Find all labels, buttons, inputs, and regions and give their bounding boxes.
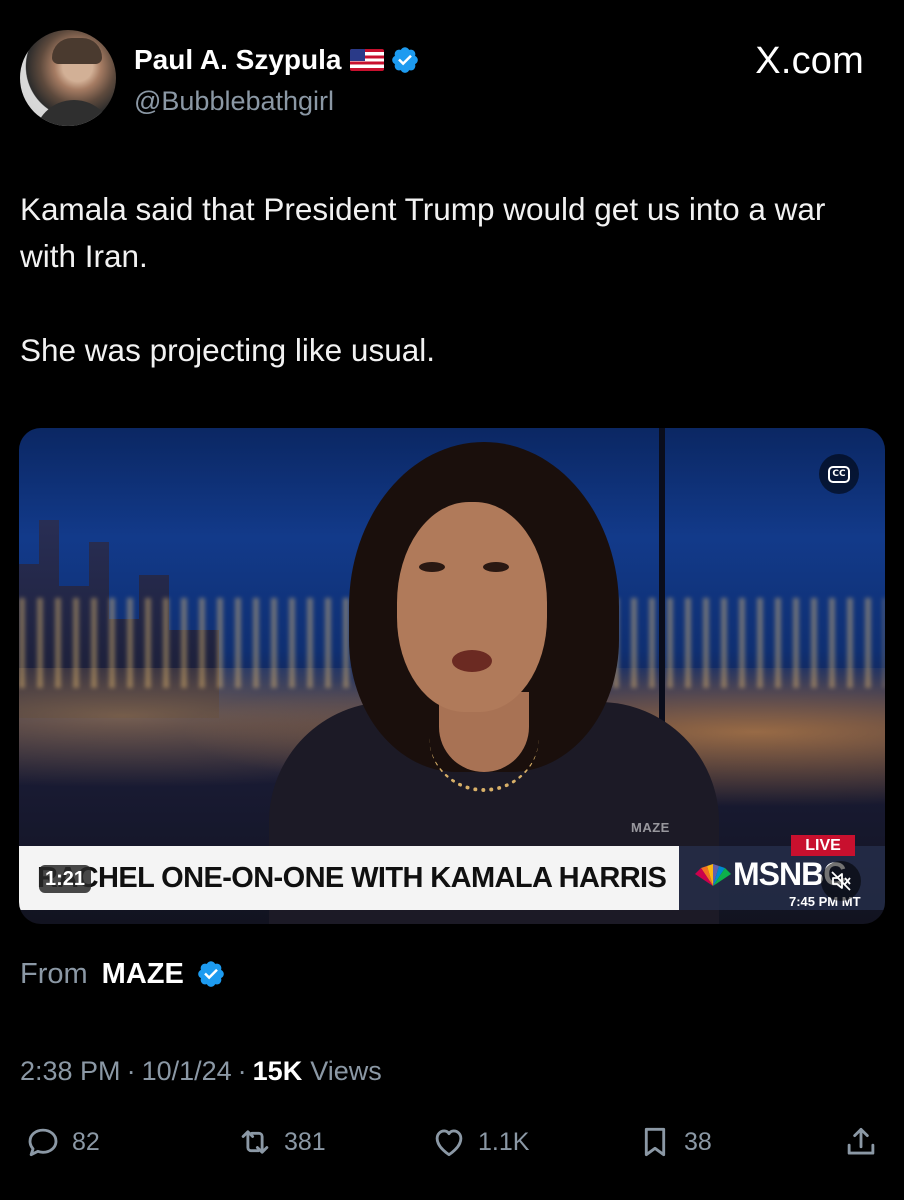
avatar[interactable] — [20, 30, 116, 126]
meta-separator: · — [237, 1055, 247, 1086]
speaker-muted-icon — [831, 871, 851, 891]
name-row: Paul A. Szypula — [134, 42, 420, 78]
heart-icon — [435, 1129, 463, 1157]
reply-icon — [28, 1128, 58, 1157]
video-watermark: MAZE — [631, 820, 670, 835]
like-count: 1.1K — [478, 1127, 530, 1156]
tweet-header: Paul A. Szypula @Bubblebathgirl X.com — [0, 0, 904, 140]
speaker-face — [397, 502, 547, 712]
bookmark-count: 38 — [684, 1127, 712, 1156]
tweet-meta: 2:38 PM · 10/1/24 · 15K Views — [20, 1052, 382, 1090]
lower-third-banner: RACHEL ONE-ON-ONE WITH KAMALA HARRIS — [19, 846, 679, 910]
video-player[interactable]: CC MAZE RACHEL ONE-ON-ONE WITH KAMALA HA… — [19, 428, 885, 924]
verified-badge-icon — [392, 47, 419, 73]
media-source: From MAZE — [20, 952, 226, 996]
site-label: X.com — [755, 40, 864, 82]
like-button[interactable]: 1.1K — [430, 1120, 529, 1164]
us-flag-icon — [350, 49, 385, 71]
post-date[interactable]: 10/1/24 — [142, 1056, 232, 1087]
bookmark-icon — [644, 1127, 666, 1157]
repost-icon — [241, 1130, 269, 1154]
share-icon — [847, 1127, 875, 1155]
bookmark-button[interactable]: 38 — [636, 1120, 712, 1164]
source-prefix: From — [20, 957, 88, 990]
closed-captions-icon[interactable]: CC — [819, 454, 859, 494]
avatar-hair — [52, 38, 102, 64]
live-badge: LIVE — [791, 835, 855, 856]
repost-button[interactable]: 381 — [236, 1120, 326, 1164]
tweet-paragraph: Kamala said that President Trump would g… — [20, 191, 826, 274]
reply-button[interactable]: 82 — [24, 1120, 100, 1164]
action-bar: 82 381 1.1K 38 — [0, 1120, 904, 1164]
post-time[interactable]: 2:38 PM — [20, 1056, 121, 1087]
share-button[interactable] — [842, 1120, 880, 1164]
views-label: Views — [310, 1055, 382, 1086]
speaker-eye — [483, 562, 509, 572]
speaker-mouth — [452, 650, 492, 672]
meta-separator: · — [126, 1055, 136, 1086]
reply-count: 82 — [72, 1127, 100, 1156]
views-count: 15K — [252, 1055, 303, 1086]
peacock-logo-icon — [695, 864, 731, 886]
cc-label: CC — [828, 465, 850, 483]
tweet-text: Kamala said that President Trump would g… — [20, 186, 884, 374]
tweet-paragraph: She was projecting like usual. — [20, 332, 435, 368]
user-handle[interactable]: @Bubblebathgirl — [134, 86, 334, 117]
source-name[interactable]: MAZE — [102, 958, 184, 991]
display-name[interactable]: Paul A. Szypula — [134, 44, 341, 76]
mute-icon[interactable] — [821, 861, 861, 901]
lower-third-text: RACHEL ONE-ON-ONE WITH KAMALA HARRIS — [37, 861, 667, 894]
speaker-eye — [419, 562, 445, 572]
video-timestamp: 1:21 — [39, 865, 92, 893]
avatar-shirt — [34, 100, 114, 126]
verified-badge-icon — [198, 961, 224, 987]
repost-count: 381 — [284, 1127, 326, 1156]
